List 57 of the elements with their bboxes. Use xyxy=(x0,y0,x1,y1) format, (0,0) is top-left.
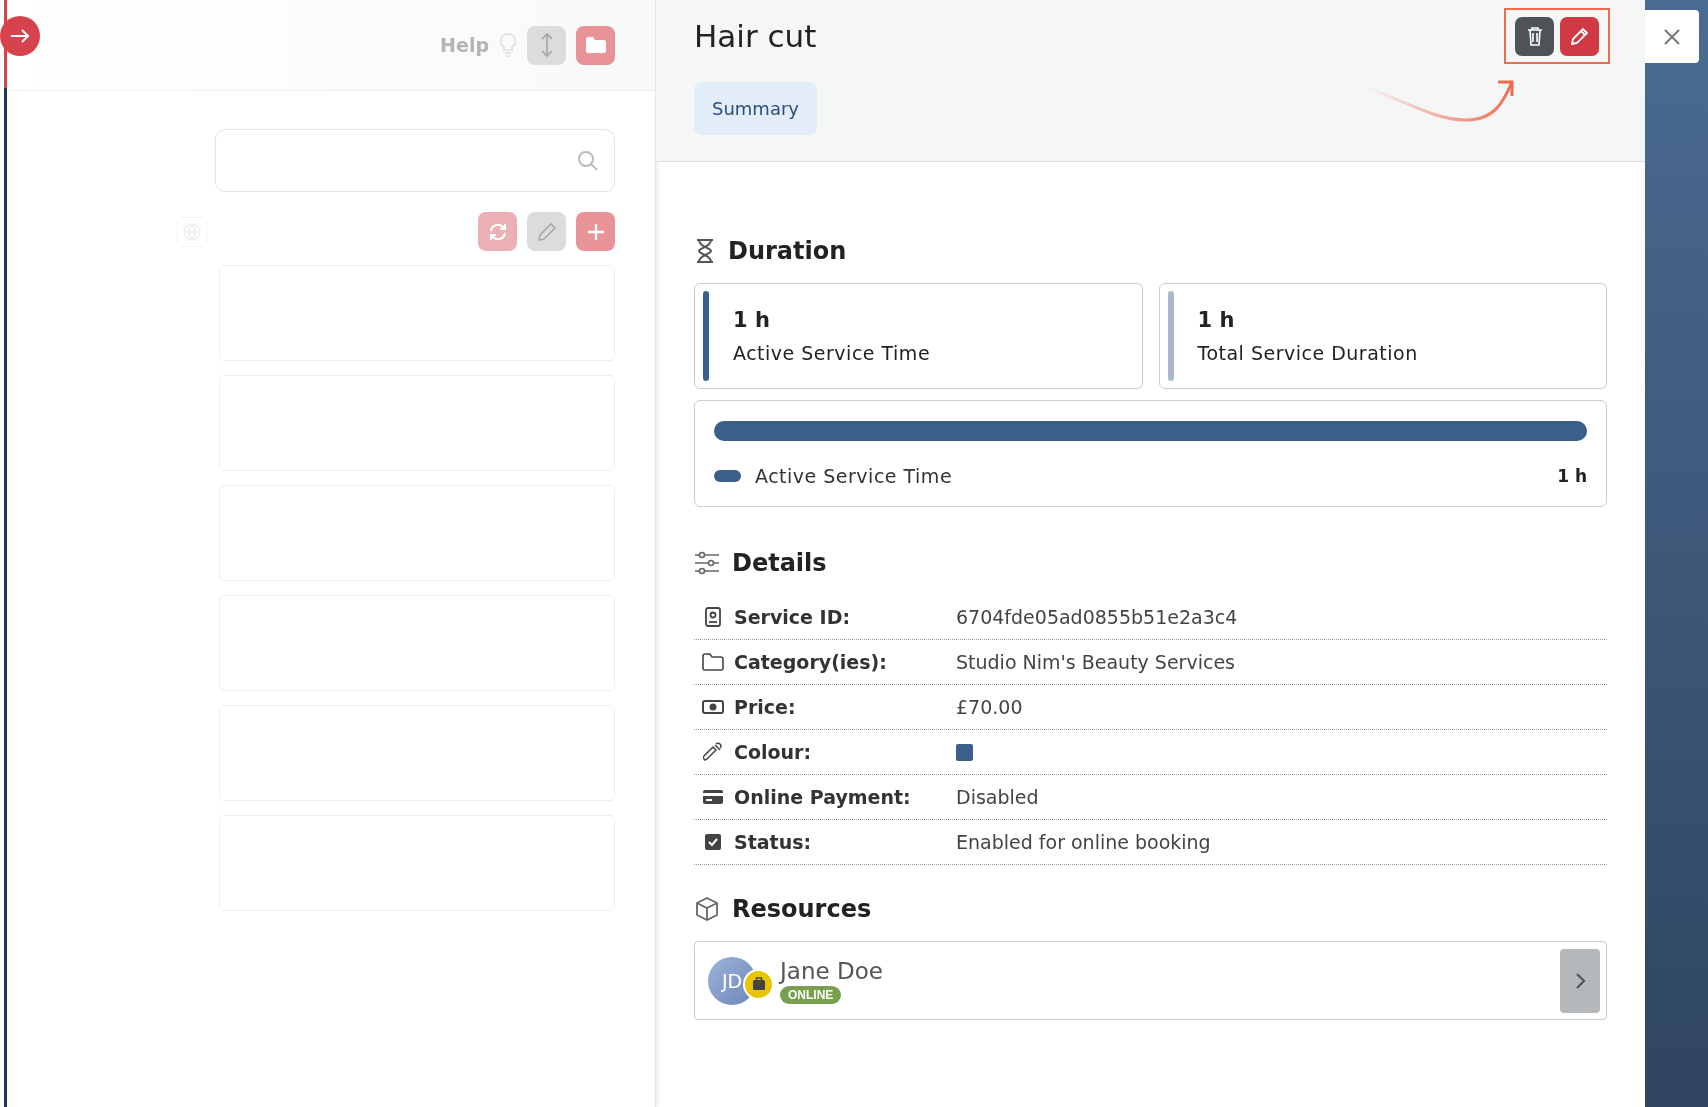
banknote-icon xyxy=(702,699,724,715)
cube-icon xyxy=(694,896,720,922)
checkbox-icon xyxy=(704,833,722,851)
dropper-icon xyxy=(703,742,723,762)
edit-button[interactable] xyxy=(527,212,566,251)
pencil-icon xyxy=(535,220,558,243)
detail-label: Status: xyxy=(734,831,813,853)
detail-label: Category(ies): xyxy=(734,651,888,673)
edit-button[interactable] xyxy=(1560,16,1599,56)
detail-value: £70.00 xyxy=(956,696,1023,718)
sliders-icon xyxy=(694,551,720,575)
resize-button[interactable] xyxy=(527,25,566,65)
section-heading: Resources xyxy=(732,895,872,923)
add-button[interactable] xyxy=(576,212,615,251)
resource-name: Jane Doe xyxy=(780,957,883,984)
detail-value: 6704fde05ad0855b51e2a3c4 xyxy=(956,606,1238,628)
panel-title: Hair cut xyxy=(694,17,817,56)
search-icon xyxy=(576,148,600,173)
chevron-right-icon xyxy=(1574,971,1586,990)
detail-label: Service ID: xyxy=(734,606,852,628)
detail-label: Online Payment: xyxy=(734,786,912,808)
avatar-initials: JD xyxy=(721,969,743,992)
duration-label: Total Service Duration xyxy=(1197,342,1418,364)
duration-label: Active Service Time xyxy=(733,342,931,364)
summary-tab[interactable]: Summary xyxy=(694,82,817,135)
lightbulb-icon xyxy=(499,33,517,57)
folder-button[interactable] xyxy=(576,25,615,65)
detail-value: Studio Nim's Beauty Services xyxy=(956,651,1235,673)
search-field[interactable] xyxy=(215,129,615,192)
arrow-icon xyxy=(10,28,30,44)
detail-value: Disabled xyxy=(956,786,1039,808)
folder-icon xyxy=(584,36,607,54)
detail-label: Colour: xyxy=(734,741,813,763)
pencil-icon xyxy=(1569,26,1590,46)
open-button[interactable] xyxy=(1560,948,1600,1013)
close-button[interactable] xyxy=(1645,10,1699,63)
detail-label: Price: xyxy=(734,696,797,718)
legend-label: Active Service Time xyxy=(755,465,953,487)
delete-button[interactable] xyxy=(1515,16,1554,56)
credit-card-icon xyxy=(702,789,724,805)
help-label: Help xyxy=(440,34,489,56)
duration-value: 1 h xyxy=(1197,308,1236,332)
trash-icon xyxy=(1526,26,1543,46)
refresh-button[interactable] xyxy=(478,212,517,251)
close-icon xyxy=(1662,26,1682,47)
folder-icon xyxy=(702,653,724,671)
duration-value: 1 h xyxy=(733,308,771,332)
section-heading: Duration xyxy=(728,237,847,265)
plus-icon xyxy=(585,221,606,242)
legend-value: 1 h xyxy=(1557,466,1587,486)
id-badge-icon xyxy=(704,607,722,627)
section-heading: Details xyxy=(732,549,827,577)
status-badge: ONLINE xyxy=(780,985,842,1004)
legend-swatch xyxy=(714,470,741,482)
detail-value: Enabled for online booking xyxy=(956,831,1211,853)
hourglass-icon xyxy=(694,238,716,264)
vertical-arrows-icon xyxy=(539,32,554,58)
